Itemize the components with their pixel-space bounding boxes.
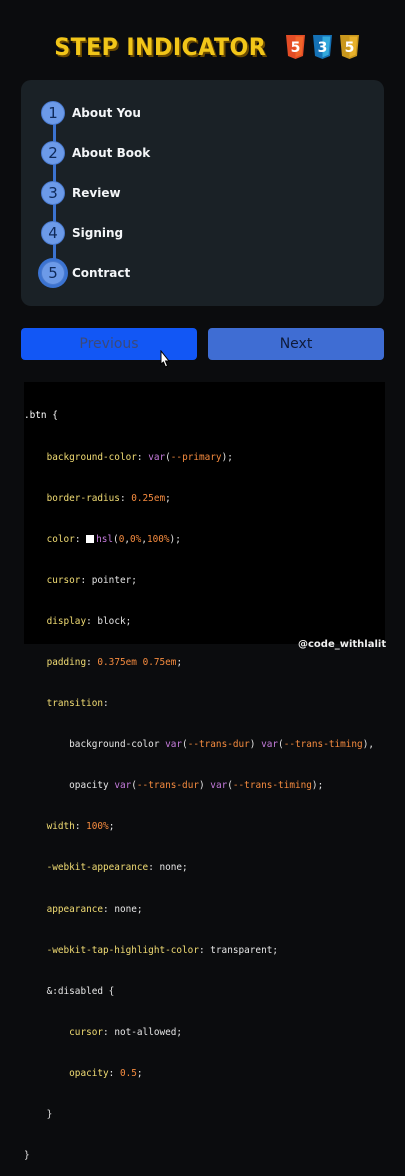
code-line-text: cursor: not-allowed;: [69, 1026, 183, 1038]
code-line-text: cursor: pointer;: [46, 574, 137, 586]
code-line-text: display: block;: [46, 615, 132, 627]
step-item-review[interactable]: 3 Review: [41, 180, 121, 206]
code-block: .btn { background-color: var(--primary);…: [24, 382, 385, 1161]
code-line-text: transition:: [46, 698, 109, 710]
header: STEP INDICATOR 5 3 5: [0, 30, 405, 64]
step-label: Signing: [72, 226, 124, 240]
code-line: padding: 0.375em 0.75em;: [24, 656, 385, 670]
code-line-text: appearance: none;: [46, 903, 143, 915]
code-line-text: background-color var(--trans-dur) var(--…: [24, 739, 375, 751]
code-line: border-radius: 0.25em;: [24, 492, 385, 506]
step-item-about-you[interactable]: 1 About You: [41, 100, 141, 126]
code-line-text: opacity: 0.5;: [69, 1067, 143, 1079]
step-label: About Book: [72, 146, 151, 160]
mouse-cursor-icon: [160, 350, 171, 368]
code-line-text: &:disabled {: [24, 985, 115, 997]
code-line: appearance: none;: [24, 903, 385, 917]
step-number-active: 5: [41, 261, 65, 285]
page-title: STEP INDICATOR: [53, 33, 267, 61]
step-item-signing[interactable]: 4 Signing: [41, 220, 123, 246]
code-line: background-color var(--trans-dur) var(--…: [24, 738, 385, 752]
code-line: transition:: [24, 697, 385, 711]
code-line: width: 100%;: [24, 820, 385, 834]
code-line-text: width: 100%;: [46, 821, 115, 833]
html5-badge-label: 5: [291, 40, 301, 56]
watermark: @code_withlalit: [298, 639, 387, 650]
code-line: }: [24, 1149, 385, 1163]
step-label: Contract: [72, 266, 131, 280]
step-number: 1: [41, 101, 65, 125]
code-line: -webkit-appearance: none;: [24, 861, 385, 875]
code-line-text: opacity var(--trans-dur) var(--trans-tim…: [24, 780, 324, 792]
step-item-about-book[interactable]: 2 About Book: [41, 140, 150, 166]
code-line-text: -webkit-tap-highlight-color: transparent…: [46, 944, 279, 956]
code-line-text: -webkit-appearance: none;: [46, 862, 188, 874]
code-line: cursor: not-allowed;: [24, 1026, 385, 1040]
step-label: About You: [72, 106, 141, 120]
step-item-contract[interactable]: 5 Contract: [41, 260, 130, 286]
code-line-text: .btn {: [24, 410, 58, 422]
code-line: -webkit-tap-highlight-color: transparent…: [24, 944, 385, 958]
step-number: 4: [41, 221, 65, 245]
css3-badge-label: 3: [318, 40, 328, 56]
step-label: Review: [72, 186, 121, 200]
html5-icon: 5: [286, 35, 306, 59]
code-line: cursor: pointer;: [24, 574, 385, 588]
step-number: 3: [41, 181, 65, 205]
next-button[interactable]: Next: [208, 328, 384, 360]
step-indicator-card: 1 About You 2 About Book 3 Review 4 Sign…: [21, 80, 384, 306]
code-line: color: hsl(0,0%,100%);: [24, 533, 385, 547]
code-line: display: block;: [24, 615, 385, 629]
code-line-text: }: [24, 1150, 30, 1162]
code-line: }: [24, 1108, 385, 1122]
css3-icon: 3: [313, 35, 333, 59]
code-line: opacity var(--trans-dur) var(--trans-tim…: [24, 779, 385, 793]
code-line: .btn {: [24, 409, 385, 423]
code-line-text: padding: 0.375em 0.75em;: [46, 656, 183, 668]
code-line-text: background-color: var(--primary);: [46, 451, 233, 463]
js-badge-label: 5: [345, 40, 355, 56]
code-line-text: }: [24, 1109, 53, 1120]
code-line: opacity: 0.5;: [24, 1067, 385, 1081]
code-line-text: border-radius: 0.25em;: [46, 492, 171, 504]
code-line-text: color: hsl(0,0%,100%);: [46, 533, 181, 545]
step-number: 2: [41, 141, 65, 165]
color-swatch: [86, 534, 95, 543]
code-line: background-color: var(--primary);: [24, 451, 385, 465]
js-icon: 5: [340, 35, 360, 59]
code-line: &:disabled {: [24, 985, 385, 999]
